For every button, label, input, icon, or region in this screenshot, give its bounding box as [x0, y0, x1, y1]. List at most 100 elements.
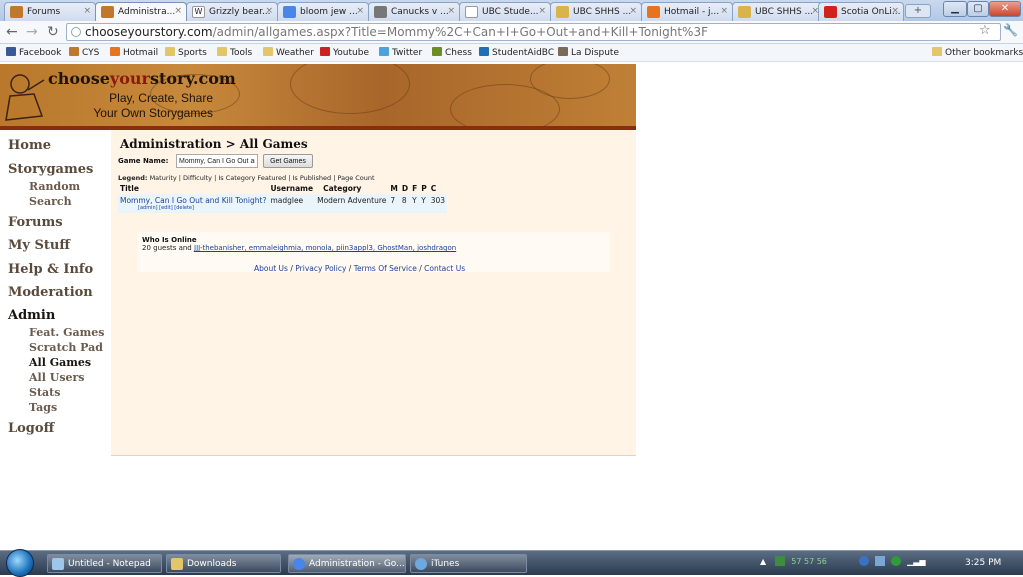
close-tab-icon[interactable]: × [538, 6, 546, 16]
sidebar-item-stats[interactable]: Stats [29, 386, 60, 399]
site-banner: chooseyourstory.com Play, Create, Share … [0, 64, 636, 126]
signal-icon[interactable]: ▁▃▅ [907, 557, 925, 566]
cell-f: Y [410, 194, 420, 213]
close-tab-icon[interactable]: × [891, 6, 899, 16]
tab-canucks[interactable]: Canucks v ... × [368, 2, 460, 21]
bookmark-weather[interactable]: Weather [263, 47, 314, 58]
bookmark-la-dispute[interactable]: La Dispute [558, 47, 619, 58]
sidebar-item-logoff[interactable]: Logoff [8, 421, 54, 436]
maximize-button[interactable]: ▢ [967, 1, 989, 17]
minimize-button[interactable]: ▁ [943, 1, 967, 17]
new-tab-button[interactable]: + [905, 4, 931, 18]
taskbar-chrome[interactable]: Administration - Go... [288, 554, 406, 573]
tray-app-icon[interactable] [774, 556, 785, 566]
tab-ubc-student[interactable]: UBC Stude... × [459, 2, 551, 21]
sidebar-item-tags[interactable]: Tags [29, 401, 57, 414]
bookmark-chess[interactable]: Chess [432, 47, 472, 58]
taskbar-itunes[interactable]: iTunes [410, 554, 527, 573]
sidebar-item-admin[interactable]: Admin [8, 308, 55, 323]
bookmark-hotmail[interactable]: Hotmail [110, 47, 158, 58]
forward-icon[interactable]: → [26, 24, 38, 40]
tray-app-icon[interactable] [890, 556, 901, 566]
hotmail-favicon-icon [647, 6, 660, 18]
close-tab-icon[interactable]: × [265, 6, 273, 16]
start-button-icon[interactable] [6, 549, 34, 577]
task-label: Administration - Go... [309, 559, 405, 569]
chrome-icon [293, 558, 305, 570]
column-title[interactable]: Title [118, 183, 268, 194]
column-f[interactable]: F [410, 183, 419, 194]
address-bar[interactable]: chooseyourstory.com/admin/allgames.aspx?… [66, 23, 1001, 41]
column-username[interactable]: Username [268, 183, 315, 194]
close-window-button[interactable]: ✕ [989, 1, 1021, 17]
tab-grizzly[interactable]: W Grizzly bear... × [186, 2, 278, 21]
column-c[interactable]: C [429, 183, 447, 194]
tab-administration[interactable]: Administra... × [95, 2, 187, 21]
privacy-policy-link[interactable]: Privacy Policy [295, 264, 346, 273]
close-tab-icon[interactable]: × [83, 6, 91, 16]
tab-hotmail[interactable]: Hotmail - j... × [641, 2, 733, 21]
about-us-link[interactable]: About Us [254, 264, 288, 273]
bookmark-tools[interactable]: Tools [217, 47, 252, 58]
column-p[interactable]: P [419, 183, 429, 194]
cell-title: Mommy, Can I Go Out and Kill Tonight? [a… [118, 194, 269, 213]
logo-choose: choose [48, 69, 110, 88]
sidebar-item-search[interactable]: Search [29, 195, 72, 208]
sidebar-item-forums[interactable]: Forums [8, 215, 63, 230]
taskbar-clock[interactable]: 3:25 PM [965, 558, 1001, 568]
guest-count: 20 guests and [142, 244, 192, 252]
sidebar-item-moderation[interactable]: Moderation [8, 285, 93, 300]
tray-app-icon[interactable] [874, 556, 885, 566]
taskbar-downloads[interactable]: Downloads [166, 554, 281, 573]
sidebar-item-home[interactable]: Home [8, 138, 51, 153]
bookmark-cys[interactable]: CYS [69, 47, 99, 58]
bookmark-facebook[interactable]: Facebook [6, 47, 61, 58]
bookmark-twitter[interactable]: Twitter [379, 47, 422, 58]
tab-ubc-shhs-1[interactable]: UBC SHHS ... × [550, 2, 642, 21]
footer-separator: / [290, 264, 293, 273]
game-title-link[interactable]: Mommy, Can I Go Out and Kill Tonight? [120, 196, 266, 205]
bookmark-youtube[interactable]: Youtube [320, 47, 369, 58]
close-tab-icon[interactable]: × [720, 6, 728, 16]
contact-us-link[interactable]: Contact Us [424, 264, 465, 273]
tray-arrow-icon[interactable]: ▲ [760, 557, 766, 566]
sidebar-item-help-info[interactable]: Help & Info [8, 262, 93, 277]
ubc-favicon-icon [556, 6, 569, 18]
other-bookmarks[interactable]: Other bookmarks [932, 47, 1023, 58]
terms-of-service-link[interactable]: Terms Of Service [354, 264, 417, 273]
bookmark-studentaidbc[interactable]: StudentAidBC [479, 47, 554, 58]
online-users-links[interactable]: JJJ-thebanisher, emmaleighmia, monola, p… [194, 244, 456, 252]
sidebar-item-storygames[interactable]: Storygames [8, 162, 93, 177]
sidebar-item-all-users[interactable]: All Users [29, 371, 85, 384]
close-tab-icon[interactable]: × [356, 6, 364, 16]
who-is-online-line: 20 guests and JJJ-thebanisher, emmaleigh… [142, 244, 605, 252]
tab-scotia[interactable]: Scotia OnLi... × [818, 2, 904, 21]
get-games-button[interactable]: Get Games [263, 154, 313, 168]
network-icon[interactable] [859, 556, 870, 566]
sidebar-item-scratch-pad[interactable]: Scratch Pad [29, 341, 103, 354]
reload-icon[interactable]: ↻ [47, 24, 59, 40]
column-category[interactable]: Category [315, 183, 388, 194]
column-m[interactable]: M [388, 183, 399, 194]
close-tab-icon[interactable]: × [629, 6, 637, 16]
game-actions[interactable]: [admin] [edit] [delete] [120, 205, 266, 211]
sidebar-item-all-games[interactable]: All Games [29, 356, 91, 369]
column-d[interactable]: D [400, 183, 410, 194]
game-name-input[interactable] [176, 154, 258, 168]
wrench-icon[interactable]: 🔧 [1003, 23, 1018, 37]
tab-label: UBC SHHS ... [573, 7, 632, 17]
close-tab-icon[interactable]: × [174, 6, 182, 16]
site-logo[interactable]: chooseyourstory.com [48, 69, 236, 88]
bookmark-sports[interactable]: Sports [165, 47, 207, 58]
sidebar-item-feat-games[interactable]: Feat. Games [29, 326, 104, 339]
tab-forums[interactable]: Forums × [4, 2, 96, 21]
footer-links: About Us / Privacy Policy / Terms Of Ser… [254, 264, 465, 273]
taskbar-notepad[interactable]: Untitled - Notepad [47, 554, 162, 573]
back-icon[interactable]: ← [6, 24, 18, 40]
close-tab-icon[interactable]: × [447, 6, 455, 16]
tab-ubc-shhs-2[interactable]: UBC SHHS ... × [732, 2, 824, 21]
tab-bloom[interactable]: bloom jew ... × [277, 2, 369, 21]
star-icon[interactable]: ☆ [979, 23, 991, 38]
sidebar-item-my-stuff[interactable]: My Stuff [8, 238, 70, 253]
sidebar-item-random[interactable]: Random [29, 180, 80, 193]
